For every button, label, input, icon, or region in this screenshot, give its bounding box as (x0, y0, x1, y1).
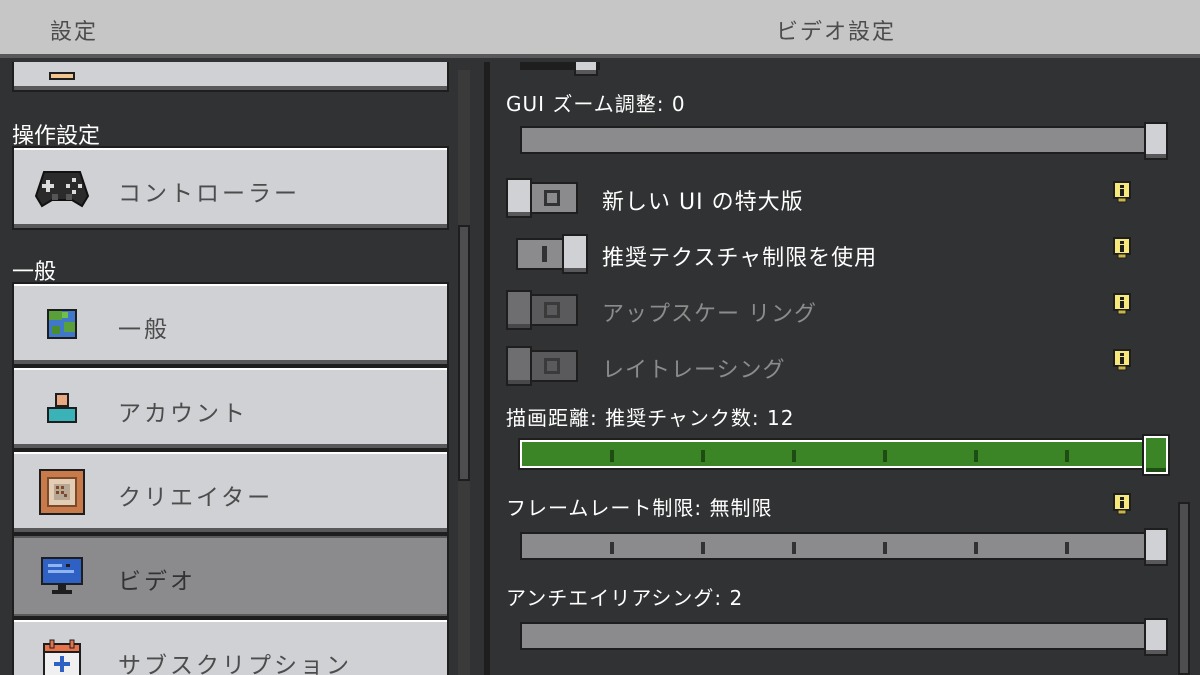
frame-rate-slider[interactable] (520, 528, 1168, 566)
antialiasing-label: アンチエイリアシング: 2 (506, 586, 744, 610)
render-distance-label: 描画距離: 推奨チャンク数: 12 (506, 406, 795, 430)
sidebar-item-label: クリエイター (118, 485, 274, 511)
sidebar-item-label: アカウント (118, 401, 248, 427)
account-icon (34, 382, 90, 434)
info-icon[interactable] (1112, 492, 1132, 516)
slider-tick (974, 450, 978, 462)
sidebar-item-controller[interactable]: コントローラー (12, 146, 449, 230)
sidebar-item-video[interactable]: ビデオ (12, 534, 449, 618)
sidebar-item-label: ビデオ (118, 569, 196, 595)
toggle-off-indicator (544, 358, 560, 374)
calendar-plus-icon (34, 634, 90, 675)
settings-scrollbar[interactable] (1178, 502, 1190, 675)
slider-tick (701, 450, 705, 462)
sidebar-item-account[interactable]: アカウント (12, 366, 449, 450)
settings-title: 設定 (50, 20, 99, 45)
render-distance-slider[interactable] (520, 436, 1168, 474)
raytracing-toggle[interactable] (506, 346, 578, 386)
sidebar-item-subscription[interactable]: サブスクリプション (12, 618, 449, 675)
settings-sidebar: 操作設定 コントローラー 一般 一般 アカウント クリエイター ビデオ サブスク… (0, 62, 484, 675)
controller-icon (34, 162, 90, 214)
toggle-knob (506, 290, 532, 330)
sidebar-item-label: サブスクリプション (118, 653, 352, 675)
video-settings-panel: GUI ズーム調整: 0 新しい UI の特大版 推奨テクスチャ制限を使用 アッ… (490, 62, 1200, 675)
sidebar-scrollbar[interactable] (458, 225, 470, 481)
info-icon[interactable] (1112, 348, 1132, 372)
slider-handle[interactable] (1144, 618, 1168, 656)
slider-tick (974, 542, 978, 554)
antialiasing-slider[interactable] (520, 618, 1168, 656)
toggle-knob (506, 178, 532, 218)
sidebar-item-general[interactable]: 一般 (12, 282, 449, 366)
info-icon[interactable] (1112, 292, 1132, 316)
info-icon[interactable] (1112, 236, 1132, 260)
toggle-knob (562, 234, 588, 274)
slider-handle[interactable] (1144, 528, 1168, 566)
texture-limit-label: 推奨テクスチャ制限を使用 (602, 246, 878, 271)
command-block-icon (34, 466, 90, 518)
globe-icon (34, 298, 90, 350)
previous-slider-partial[interactable] (520, 62, 600, 76)
raytracing-label: レイトレーシング (602, 358, 786, 383)
slider-tick (883, 450, 887, 462)
toggle-off-indicator (544, 302, 560, 318)
slider-handle[interactable] (1144, 122, 1168, 160)
gui-zoom-slider[interactable] (520, 122, 1168, 160)
slider-tick (792, 542, 796, 554)
toggle-off-indicator (544, 190, 560, 206)
texture-limit-toggle[interactable] (516, 234, 588, 274)
upscaling-label: アップスケー リング (602, 302, 817, 327)
slider-handle[interactable] (1144, 436, 1168, 474)
header-bar: 設定 ビデオ設定 (0, 0, 1200, 58)
slider-tick (701, 542, 705, 554)
sidebar-item-label: 一般 (118, 317, 170, 343)
slider-tick (792, 450, 796, 462)
monitor-icon (34, 550, 90, 602)
gui-zoom-label: GUI ズーム調整: 0 (506, 92, 686, 116)
large-ui-label: 新しい UI の特大版 (602, 190, 804, 215)
video-settings-title: ビデオ設定 (776, 20, 897, 45)
sidebar-item-creator[interactable]: クリエイター (12, 450, 449, 534)
slider-tick (610, 542, 614, 554)
large-ui-toggle[interactable] (506, 178, 578, 218)
sidebar-item-hidden[interactable] (12, 62, 449, 92)
toggle-knob (506, 346, 532, 386)
frame-rate-label: フレームレート制限: 無制限 (506, 496, 773, 520)
partial-icon (34, 62, 90, 102)
toggle-on-indicator (542, 246, 547, 262)
upscaling-toggle[interactable] (506, 290, 578, 330)
slider-handle[interactable] (574, 62, 598, 76)
slider-tick (883, 542, 887, 554)
slider-tick (1065, 450, 1069, 462)
slider-tick (610, 450, 614, 462)
sidebar-item-label: コントローラー (118, 181, 300, 207)
info-icon[interactable] (1112, 180, 1132, 204)
slider-tick (1065, 542, 1069, 554)
